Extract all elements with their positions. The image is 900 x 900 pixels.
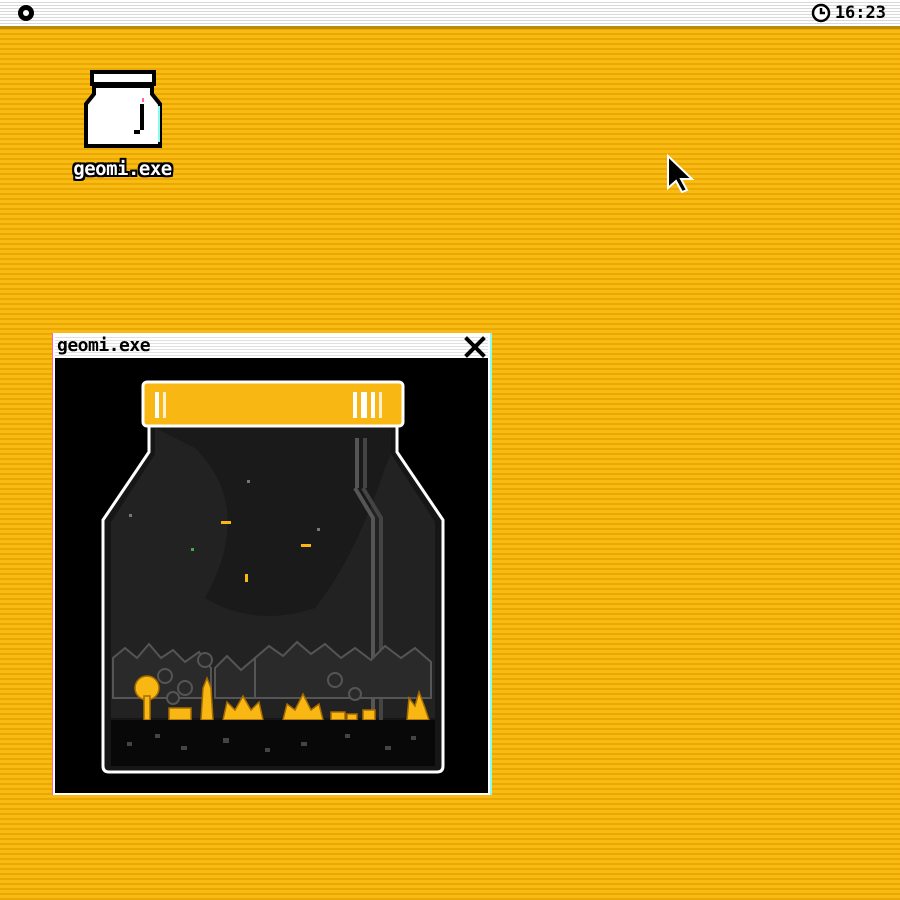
clock-icon — [811, 3, 831, 23]
circle-menu-icon[interactable] — [18, 5, 34, 21]
soil — [111, 720, 435, 766]
firefly — [221, 521, 231, 524]
clock-time: 16:23 — [834, 3, 886, 23]
terrarium-jar-scene — [101, 380, 445, 774]
app-window[interactable]: geomi.exe — [53, 333, 490, 795]
jar-reflection — [355, 438, 359, 488]
arrow-cursor — [667, 154, 695, 194]
jar-icon — [84, 70, 162, 148]
menubar-clock[interactable]: 16:23 — [811, 2, 886, 24]
desktop-icon-geomi[interactable]: geomi.exe — [55, 70, 190, 190]
window-titlebar[interactable]: geomi.exe — [55, 335, 488, 358]
close-icon[interactable] — [464, 336, 486, 358]
desktop-icon-label: geomi.exe — [73, 158, 172, 180]
menu-bar: 16:23 — [0, 0, 900, 29]
window-title: geomi.exe — [57, 335, 151, 356]
